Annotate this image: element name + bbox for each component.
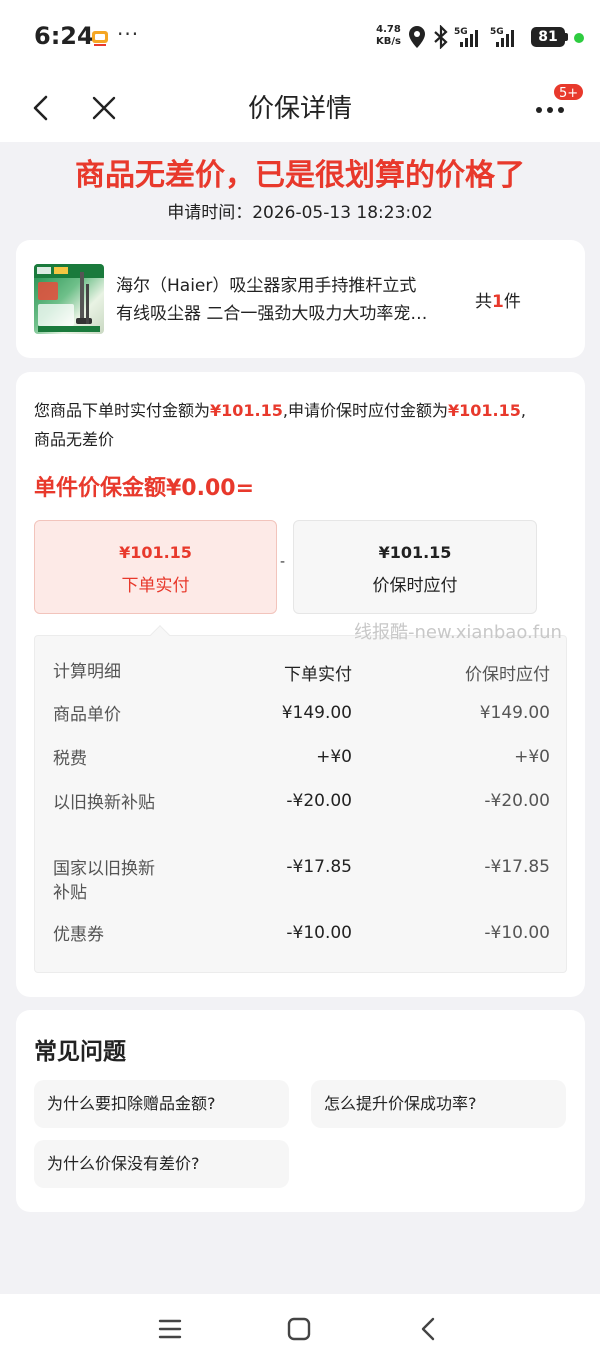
- location-icon: [409, 26, 425, 48]
- watermark-text: 线报酷-new.xianbao.fun: [354, 622, 562, 643]
- system-nav-bar: [0, 1294, 600, 1366]
- count-suffix: 件: [503, 292, 521, 312]
- network-speed: 4.78 KB/s: [376, 24, 401, 48]
- bluetooth-icon: [434, 25, 448, 49]
- desc-part3: ,: [520, 401, 526, 420]
- detail-row-paid: -¥20.00: [286, 791, 352, 811]
- price-protect-card: 您商品下单时实付金额为¥101.15,申请价保时应付金额为¥101.15, 商品…: [16, 372, 585, 997]
- faq-item[interactable]: 为什么要扣除赠品金额?: [34, 1080, 289, 1128]
- desc-part1: 您商品下单时实付金额为: [34, 401, 211, 420]
- menu-icon[interactable]: [157, 1316, 183, 1342]
- message-badge: 5+: [552, 82, 586, 102]
- detail-row-label: 税费: [53, 749, 87, 769]
- detail-row-due: -¥10.00: [484, 923, 550, 943]
- privacy-indicator-dot: [574, 33, 584, 43]
- detail-row-due: -¥20.00: [484, 791, 550, 811]
- detail-header-paid: 下单实付: [284, 665, 352, 685]
- result-headline: 商品无差价，已是很划算的价格了: [75, 158, 525, 193]
- battery-indicator: 81: [531, 27, 565, 47]
- apply-time-label: 申请时间：: [167, 203, 253, 223]
- detail-row-paid: -¥10.00: [286, 923, 352, 943]
- svg-text:5G: 5G: [454, 27, 468, 37]
- desc-part4: 商品无差价: [34, 430, 115, 449]
- more-icon[interactable]: [535, 106, 565, 114]
- due-box-amount: ¥101.15: [378, 543, 452, 562]
- detail-row-due: +¥0: [514, 747, 550, 767]
- detail-pointer: [150, 625, 170, 645]
- detail-row-label: 国家以旧换新补贴: [53, 859, 155, 903]
- product-title-line1: 海尔（Haier）吸尘器家用手持推杆立式: [116, 276, 417, 296]
- back-icon[interactable]: [416, 1316, 442, 1342]
- status-time: 6:24: [34, 22, 94, 50]
- apply-time-value: 2026-05-13 18:23:02: [252, 203, 433, 223]
- detail-header-due: 价保时应付: [465, 665, 550, 685]
- product-title[interactable]: 海尔（Haier）吸尘器家用手持推杆立式 有线吸尘器 二合一强劲大吸力大功率宠…: [116, 272, 458, 328]
- detail-row-label: 优惠券: [53, 925, 104, 945]
- faq-card: 常见问题 为什么要扣除赠品金额? 怎么提升价保成功率? 为什么价保没有差价?: [16, 1010, 585, 1212]
- faq-title: 常见问题: [34, 1039, 126, 1065]
- product-card[interactable]: 海尔（Haier）吸尘器家用手持推杆立式 有线吸尘器 二合一强劲大吸力大功率宠……: [16, 240, 585, 358]
- signal-5g-1-icon: 5G: [454, 27, 478, 47]
- product-count: 共1件: [475, 287, 521, 312]
- faq-item[interactable]: 怎么提升价保成功率?: [311, 1080, 566, 1128]
- network-speed-value: 4.78: [376, 24, 401, 35]
- detail-row-paid: +¥0: [316, 747, 352, 767]
- detail-row-label: 以旧换新补贴: [53, 793, 155, 813]
- detail-row-label: 商品单价: [53, 705, 121, 725]
- product-image: [34, 264, 104, 334]
- page-title: 价保详情: [247, 94, 352, 124]
- vacuum-product-picture: [34, 264, 104, 332]
- app-notification-icon: [92, 31, 108, 46]
- signal-5g-2-icon: 5G: [490, 27, 514, 47]
- home-icon[interactable]: [286, 1316, 312, 1342]
- paid-box-label: 下单实付: [121, 576, 190, 596]
- count-value: 1: [492, 292, 504, 312]
- status-more-dots: ···: [117, 22, 140, 46]
- detail-header-label: 计算明细: [53, 662, 121, 682]
- network-speed-unit: KB/s: [376, 36, 401, 47]
- detail-row-paid: -¥17.85: [286, 857, 352, 877]
- nav-bar: 价保详情 5+: [0, 76, 600, 142]
- minus-sign: -: [280, 554, 286, 570]
- due-box-label: 价保时应付: [372, 576, 458, 596]
- count-prefix: 共: [475, 292, 492, 312]
- price-description: 您商品下单时实付金额为¥101.15,申请价保时应付金额为¥101.15, 商品…: [34, 396, 564, 454]
- unit-protect-amount: 单件价保金额¥0.00=: [34, 476, 255, 501]
- desc-paid-amount: ¥101.15: [210, 401, 283, 420]
- detail-row-paid: ¥149.00: [281, 703, 352, 723]
- due-box[interactable]: ¥101.15 价保时应付: [293, 520, 537, 614]
- battery-tip: [565, 33, 568, 41]
- detail-row-due: ¥149.00: [479, 703, 550, 723]
- detail-row-due: -¥17.85: [484, 857, 550, 877]
- paid-box[interactable]: ¥101.15 下单实付: [34, 520, 277, 614]
- paid-box-amount: ¥101.15: [119, 543, 192, 562]
- desc-due-amount: ¥101.15: [447, 401, 521, 420]
- status-bar: 6:24 ··· 4.78 KB/s 5G 5G 81: [0, 0, 600, 76]
- calculation-detail: 计算明细 下单实付 价保时应付 商品单价 ¥149.00 ¥149.00 税费 …: [34, 625, 567, 973]
- apply-time: 申请时间：2026-05-13 18:23:02: [0, 198, 600, 223]
- desc-part2: ,申请价保时应付金额为: [282, 401, 448, 420]
- product-title-line2: 有线吸尘器 二合一强劲大吸力大功率宠…: [116, 304, 428, 324]
- svg-text:5G: 5G: [490, 27, 504, 37]
- faq-item[interactable]: 为什么价保没有差价?: [34, 1140, 289, 1188]
